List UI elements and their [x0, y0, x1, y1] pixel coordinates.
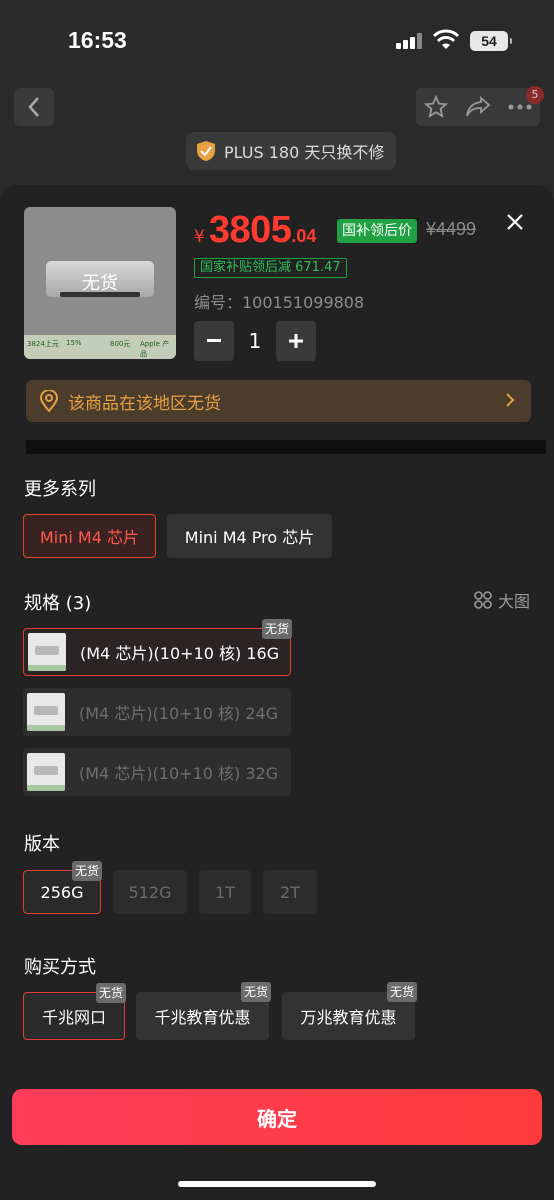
version-option-2t[interactable]: 2T [263, 870, 317, 914]
spec-option-label: (M4 芯片)(10+10 核) 32G [79, 764, 279, 783]
shield-check-icon [197, 141, 215, 161]
spec-title: 规格 (3) [24, 593, 92, 614]
spec-thumbnail [27, 693, 65, 731]
spec-option-32g[interactable]: (M4 芯片)(10+10 核) 32G [23, 748, 291, 796]
purchase-option-label: 千兆教育优惠 [154, 1008, 251, 1027]
spec-option-label: (M4 芯片)(10+10 核) 16G [80, 644, 280, 663]
no-stock-overlay: 无货 [82, 273, 118, 294]
version-option-label: 2T [280, 882, 300, 902]
product-thumbnail[interactable]: 无货 3824上元 15% 800元 Apple 产品 [24, 207, 176, 359]
subsidy-price-tag: 国补领后价 [337, 219, 417, 243]
no-stock-badge: 无货 [386, 982, 417, 1002]
purchase-option-gigabit[interactable]: 千兆网口 无货 [23, 983, 126, 1040]
purchase-option-10g-edu[interactable]: 万兆教育优惠 无货 [282, 982, 417, 1040]
series-option-mini-m4-pro[interactable]: Mini M4 Pro 芯片 [167, 514, 332, 558]
price-integer: 3805 [208, 209, 292, 251]
spec-option-label: (M4 芯片)(10+10 核) 24G [79, 704, 279, 723]
header-actions [416, 88, 540, 126]
chevron-left-icon [28, 97, 39, 117]
location-pin-icon [40, 390, 58, 412]
star-icon[interactable] [424, 95, 449, 119]
purchase-option-label: 千兆网口 [41, 1008, 106, 1027]
quantity-value[interactable]: 1 [234, 329, 276, 353]
thumb-strip-text: 3824上元 [27, 340, 59, 348]
version-option-1t[interactable]: 1T [199, 870, 251, 914]
chevron-right-icon [506, 393, 515, 407]
no-stock-badge: 无货 [261, 619, 292, 639]
version-option-512g[interactable]: 512G [113, 870, 187, 914]
divider [26, 440, 546, 454]
status-bar: 16:53 54 [0, 0, 554, 80]
confirm-button[interactable]: 确定 [12, 1089, 542, 1145]
original-price: ¥4499 [426, 219, 477, 239]
series-option-mini-m4[interactable]: Mini M4 芯片 [23, 514, 156, 558]
plus-promise-banner[interactable]: PLUS 180 天只换不修 [186, 132, 397, 170]
no-stock-badge: 无货 [71, 861, 102, 881]
thumb-strip-text: 15% [66, 339, 82, 347]
status-time: 16:53 [68, 27, 127, 53]
subsidy-note: 国家补贴领后减 671.47 [194, 258, 347, 278]
big-image-label: 大图 [497, 592, 530, 611]
minus-icon [207, 339, 221, 342]
no-stock-badge: 无货 [240, 982, 271, 1002]
thumb-strip-text: Apple 产品 [140, 340, 170, 358]
thumb-strip-text: 800元 [110, 340, 131, 348]
decrease-button[interactable] [194, 321, 234, 361]
back-button[interactable] [14, 88, 54, 126]
promise-text: PLUS 180 天只换不修 [224, 143, 385, 162]
more-icon[interactable] [508, 104, 532, 110]
spec-thumbnail [27, 753, 65, 791]
purchase-option-gigabit-edu[interactable]: 千兆教育优惠 无货 [136, 982, 271, 1040]
sku-number: 编号：100151099808 [194, 293, 365, 312]
purchase-title: 购买方式 [24, 957, 96, 978]
version-option-256g[interactable]: 256G 无货 [23, 861, 102, 914]
cart-badge: 5 [526, 86, 544, 104]
sku-selector-sheet: 无货 3824上元 15% 800元 Apple 产品 ¥ 3805 .04 国… [0, 185, 554, 1200]
series-option-label: Mini M4 芯片 [40, 528, 139, 547]
grid-icon [474, 591, 492, 609]
version-option-label: 512G [128, 882, 172, 902]
no-stock-badge: 无货 [95, 983, 126, 1003]
spec-option-16g[interactable]: (M4 芯片)(10+10 核) 16G 无货 [23, 619, 292, 676]
wifi-icon [433, 29, 459, 49]
page-header: 5 PLUS 180 天只换不修 [0, 80, 554, 185]
big-image-toggle[interactable]: 大图 [474, 588, 530, 612]
version-title: 版本 [24, 834, 60, 855]
version-option-label: 1T [215, 882, 235, 902]
share-icon[interactable] [465, 96, 491, 118]
price-decimal: .04 [291, 226, 317, 246]
series-option-label: Mini M4 Pro 芯片 [184, 528, 315, 547]
price-symbol: ¥ [194, 227, 205, 247]
cellular-signal-icon [396, 33, 426, 49]
series-title: 更多系列 [24, 479, 96, 500]
increase-button[interactable] [276, 321, 316, 361]
region-message: 该商品在该地区无货 [68, 393, 221, 414]
purchase-option-label: 万兆教育优惠 [300, 1008, 397, 1027]
region-stock-notice[interactable]: 该商品在该地区无货 [26, 380, 531, 422]
spec-thumbnail [28, 633, 66, 671]
close-icon[interactable] [500, 207, 530, 237]
quantity-stepper: 1 [194, 321, 316, 361]
home-indicator[interactable] [178, 1181, 376, 1187]
price: ¥ 3805 .04 [194, 209, 316, 252]
plus-icon [289, 334, 303, 348]
screen: 16:53 54 5 PLUS 180 天只换不修 无货 3824上元 15% … [0, 0, 554, 1200]
thumbnail-promo-strip: 3824上元 15% 800元 Apple 产品 [24, 335, 176, 359]
battery-indicator: 54 [470, 31, 512, 51]
version-option-label: 256G [40, 882, 84, 902]
spec-option-24g[interactable]: (M4 芯片)(10+10 核) 24G [23, 688, 291, 736]
